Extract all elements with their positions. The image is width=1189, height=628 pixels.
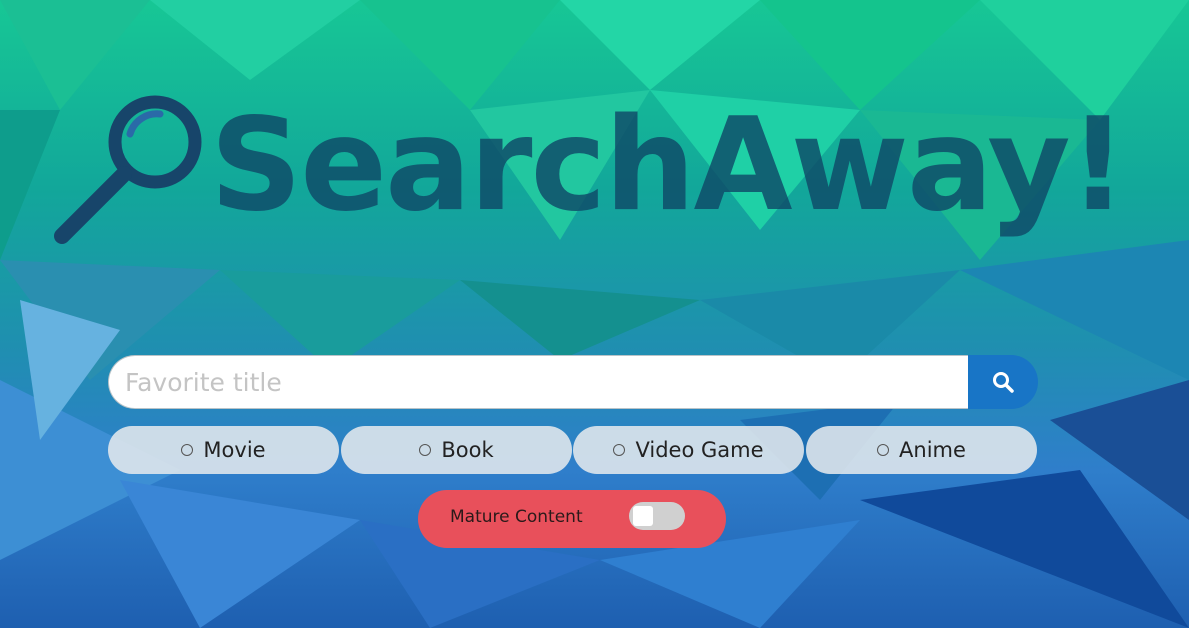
- logo-title: SearchAway!: [210, 91, 1127, 240]
- radio-button[interactable]: [419, 444, 432, 456]
- search-input[interactable]: [108, 355, 968, 409]
- type-option-book[interactable]: Book: [341, 426, 572, 474]
- radio-button[interactable]: [613, 444, 626, 456]
- radio-button[interactable]: [877, 444, 890, 456]
- mature-content-switch[interactable]: [629, 502, 685, 530]
- type-option-anime[interactable]: Anime: [806, 426, 1037, 474]
- search-bar: [108, 355, 1038, 409]
- type-option-label: Book: [441, 438, 494, 462]
- type-option-label: Anime: [899, 438, 966, 462]
- type-option-movie[interactable]: Movie: [108, 426, 339, 474]
- type-option-label: Movie: [203, 438, 266, 462]
- logo: SearchAway!: [50, 92, 1127, 272]
- magnifier-icon: [54, 95, 202, 244]
- media-type-options: Movie Book Video Game Anime: [108, 426, 1038, 474]
- mature-content-label: Mature Content: [450, 507, 583, 527]
- search-button[interactable]: [968, 355, 1038, 409]
- search-icon: [993, 372, 1014, 393]
- mature-content-toggle: Mature Content: [418, 490, 726, 548]
- type-option-video-game[interactable]: Video Game: [573, 426, 804, 474]
- toggle-knob: [633, 506, 653, 526]
- radio-button[interactable]: [181, 444, 194, 456]
- type-option-label: Video Game: [635, 438, 764, 462]
